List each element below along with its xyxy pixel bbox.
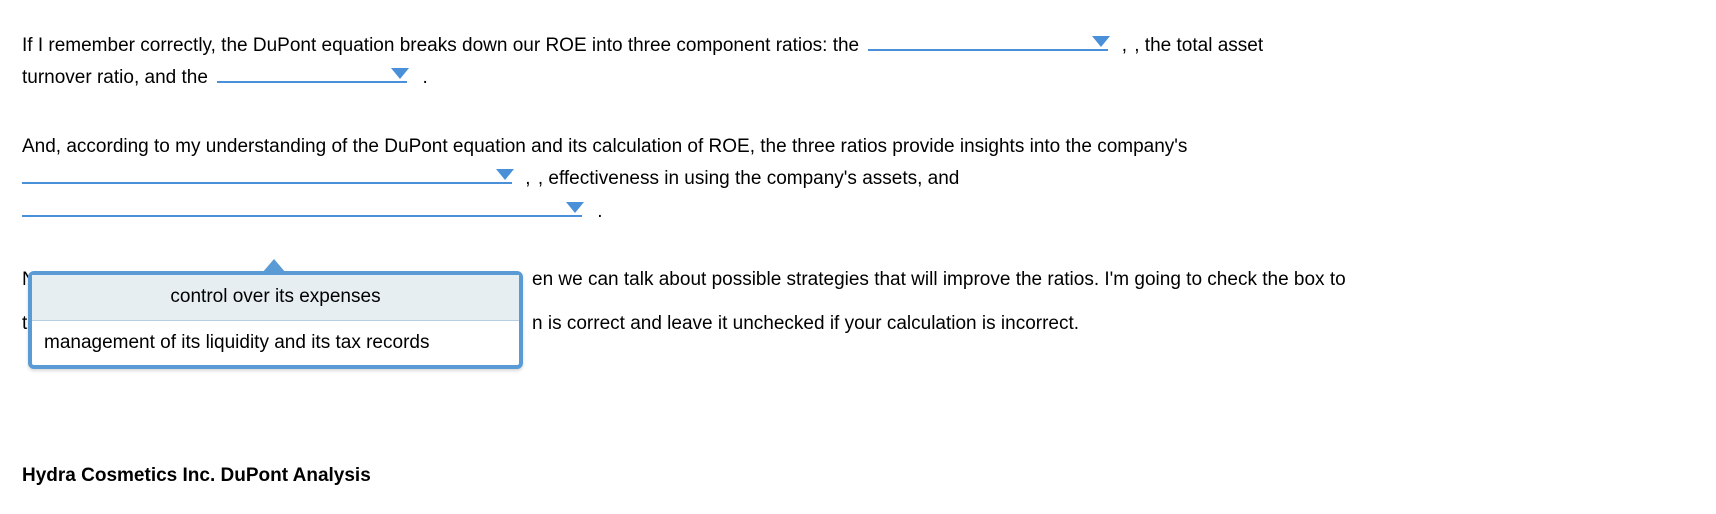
chevron-down-icon [496, 169, 514, 180]
text-p3-l2-right: n is correct and leave it unchecked if y… [532, 313, 1079, 334]
dropdown-option-1[interactable]: control over its expenses [32, 275, 519, 321]
text-p3-l2-left: t [22, 313, 27, 334]
text-p2-b: , effectiveness in using the company's a… [538, 168, 960, 189]
chevron-down-icon [391, 68, 409, 79]
chevron-down-icon [1092, 36, 1110, 47]
period-1: . [422, 67, 427, 88]
text-p1-c: turnover ratio, and the [22, 67, 208, 88]
chevron-down-icon [566, 202, 584, 213]
blank-dropdown-4[interactable] [22, 194, 582, 217]
text-p3-l1-right: en we can talk about possible strategies… [532, 269, 1346, 290]
paragraph-2: And, according to my understanding of th… [22, 133, 1692, 226]
period-2: . [597, 201, 602, 222]
blank-dropdown-1[interactable] [868, 28, 1108, 51]
comma-2: , [525, 168, 530, 189]
text-p1-a: If I remember correctly, the DuPont equa… [22, 35, 859, 56]
blank-dropdown-3[interactable] [22, 161, 512, 184]
paragraph-1: If I remember correctly, the DuPont equa… [22, 28, 1692, 93]
text-p2-a: And, according to my understanding of th… [22, 136, 1187, 157]
blank-dropdown-2[interactable] [217, 60, 407, 83]
text-p1-b: , the total asset [1134, 35, 1263, 56]
section-heading: Hydra Cosmetics Inc. DuPont Analysis [22, 462, 371, 491]
comma-1: , [1122, 35, 1127, 56]
dropdown-menu[interactable]: control over its expenses management of … [28, 271, 523, 369]
dropdown-option-2[interactable]: management of its liquidity and its tax … [32, 321, 519, 366]
